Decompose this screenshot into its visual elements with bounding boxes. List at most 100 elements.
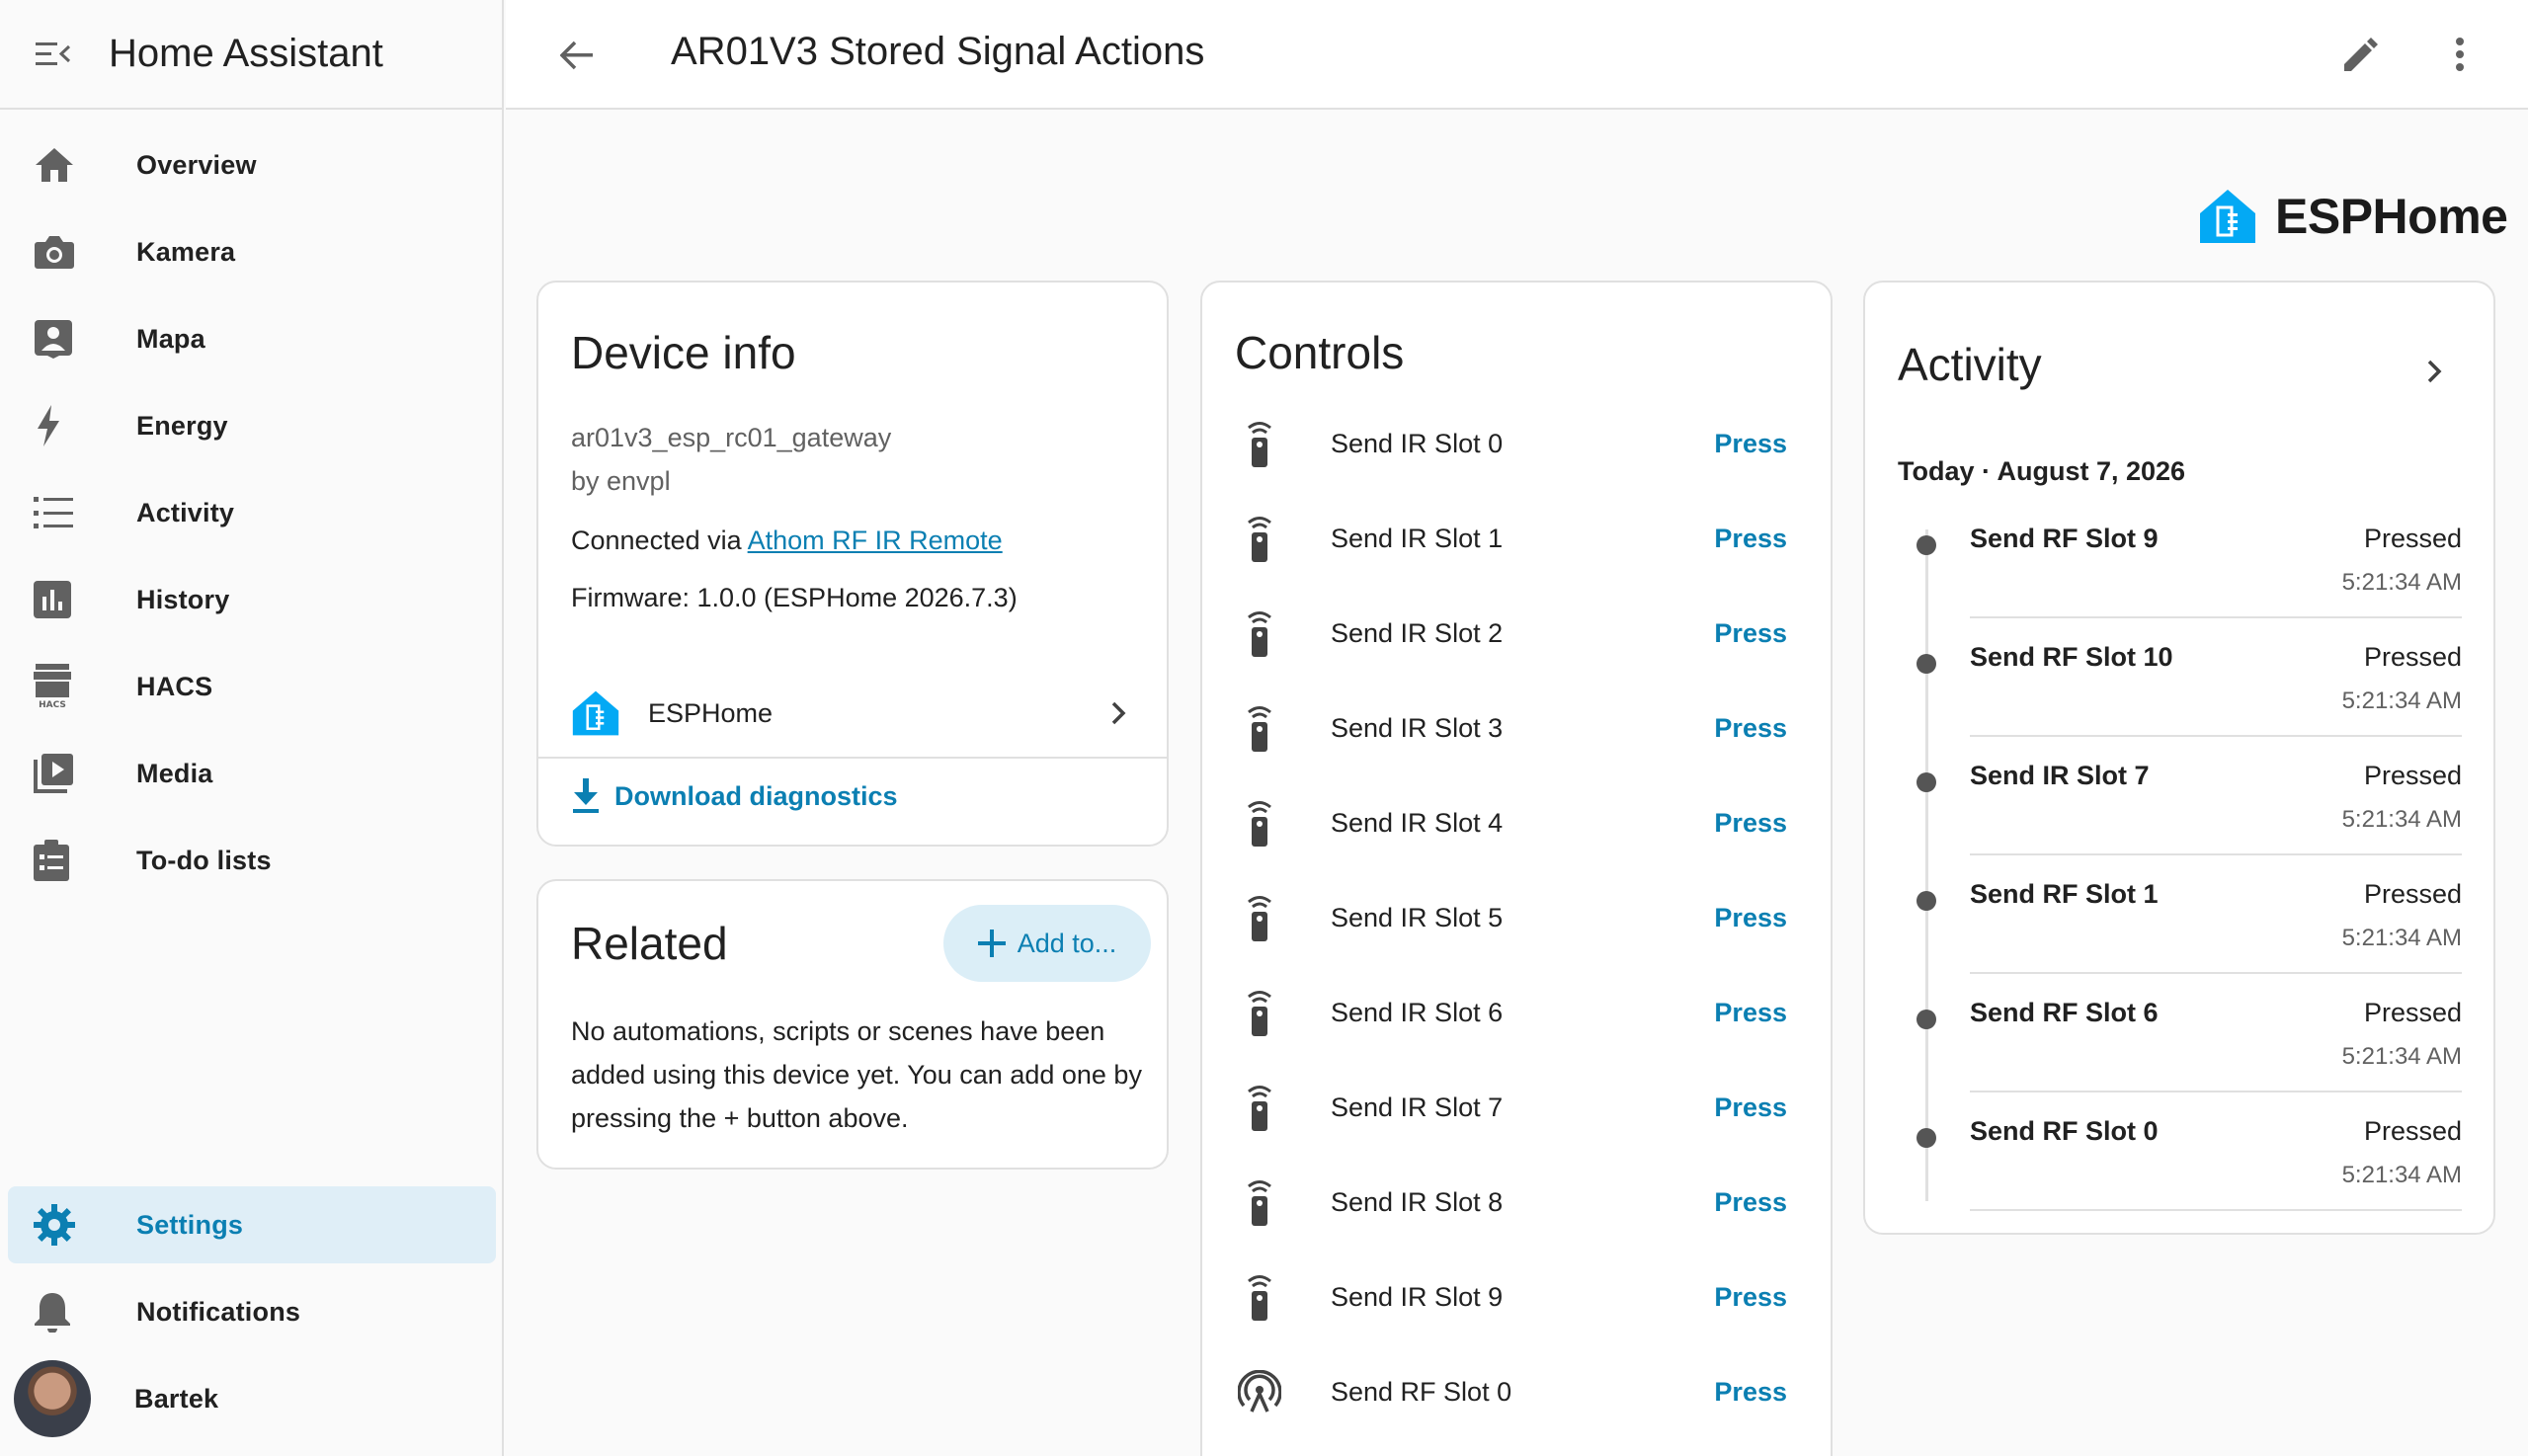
control-row: Send IR Slot 8 Press <box>1202 1155 1831 1250</box>
lightning-icon <box>34 404 89 447</box>
activity-entry[interactable]: Send RF Slot 1 Pressed 5:21:34 AM <box>1865 871 2493 990</box>
sidebar: Home Assistant Overview Kamera Mapa Ener… <box>0 0 504 1456</box>
divider <box>1970 853 2462 855</box>
sidebar-item-media[interactable]: Media <box>8 735 496 812</box>
activity-entry[interactable]: Send IR Slot 7 Pressed 5:21:34 AM <box>1865 753 2493 871</box>
device-info-card: Device info ar01v3_esp_rc01_gateway by e… <box>536 281 1169 847</box>
press-button[interactable]: Press <box>1714 808 1787 839</box>
device-info-title: Device info <box>571 327 796 378</box>
sidebar-item-todo[interactable]: To-do lists <box>8 822 496 899</box>
app-title: Home Assistant <box>109 32 383 75</box>
sidebar-item-history[interactable]: History <box>8 561 496 638</box>
related-card: Related Add to... No automations, script… <box>536 879 1169 1170</box>
svg-text:HACS: HACS <box>39 700 66 709</box>
chevron-right-icon <box>1111 701 1126 725</box>
sidebar-item-energy[interactable]: Energy <box>8 387 496 464</box>
activity-open-button[interactable] <box>2414 352 2454 391</box>
sidebar-item-mapa[interactable]: Mapa <box>8 300 496 377</box>
menu-open-icon <box>36 41 71 65</box>
activity-entry[interactable]: Send RF Slot 10 Pressed 5:21:34 AM <box>1865 634 2493 753</box>
brand-name: ESPHome <box>2275 189 2508 244</box>
map-account-icon <box>34 317 89 361</box>
control-name: Send IR Slot 5 <box>1331 902 1504 932</box>
press-button[interactable]: Press <box>1714 903 1787 933</box>
divider <box>1970 616 2462 618</box>
divider <box>1970 1091 2462 1092</box>
connected-via-label: Connected via <box>571 526 748 555</box>
activity-state: Pressed <box>2363 998 2462 1027</box>
divider <box>1970 1209 2462 1211</box>
press-button[interactable]: Press <box>1714 1377 1787 1408</box>
activity-entity-name: Send RF Slot 10 <box>1970 642 2173 672</box>
download-icon <box>573 778 599 813</box>
more-options-button[interactable] <box>2437 32 2483 77</box>
integration-row[interactable]: ESPHome <box>538 670 1167 759</box>
control-row: Send IR Slot 3 Press <box>1202 681 1831 775</box>
camera-icon <box>34 230 89 274</box>
sidebar-item-overview[interactable]: Overview <box>8 126 496 203</box>
remote-icon <box>1238 891 1281 944</box>
activity-entry[interactable]: Send RF Slot 6 Pressed 5:21:34 AM <box>1865 990 2493 1108</box>
press-button[interactable]: Press <box>1714 1187 1787 1218</box>
activity-entry[interactable]: Send RF Slot 0 Pressed 5:21:34 AM <box>1865 1108 2493 1227</box>
timeline-dot <box>1916 891 1936 911</box>
hacs-icon: HACS <box>34 664 89 709</box>
remote-icon <box>1238 607 1281 660</box>
activity-entity-name: Send RF Slot 0 <box>1970 1116 2159 1146</box>
activity-entry[interactable]: Send RF Slot 9 Pressed 5:21:34 AM <box>1865 516 2493 634</box>
bell-icon <box>34 1290 89 1334</box>
press-button[interactable]: Press <box>1714 1282 1787 1313</box>
control-name: Send IR Slot 6 <box>1331 997 1504 1027</box>
sidebar-item-hacs[interactable]: HACS HACS <box>8 648 496 725</box>
back-button[interactable] <box>555 34 599 77</box>
control-row: Send IR Slot 1 Press <box>1202 491 1831 586</box>
control-name: Send RF Slot 0 <box>1331 1376 1512 1407</box>
sidebar-item-user[interactable]: Bartek <box>8 1360 496 1437</box>
activity-time: 5:21:34 AM <box>2341 1162 2462 1188</box>
add-to-button[interactable]: Add to... <box>943 905 1151 982</box>
menu-collapse-button[interactable] <box>34 35 73 74</box>
activity-entity-name: Send RF Slot 6 <box>1970 998 2159 1027</box>
download-diagnostics-button[interactable]: Download diagnostics <box>571 778 898 814</box>
top-app-bar: AR01V3 Stored Signal Actions <box>506 0 2528 110</box>
integration-label: ESPHome <box>648 697 774 728</box>
control-row: Send IR Slot 5 Press <box>1202 870 1831 965</box>
activity-state: Pressed <box>2363 524 2462 553</box>
sidebar-item-label: Energy <box>136 410 228 441</box>
sidebar-item-label: To-do lists <box>136 845 272 875</box>
user-name: Bartek <box>134 1383 219 1414</box>
activity-state: Pressed <box>2363 761 2462 790</box>
control-name: Send IR Slot 8 <box>1331 1186 1504 1217</box>
sidebar-item-activity[interactable]: Activity <box>8 474 496 551</box>
esphome-logo-icon <box>572 690 619 736</box>
device-manufacturer: by envpl <box>571 466 671 496</box>
activity-date: Today · August 7, 2026 <box>1898 456 2186 486</box>
remote-icon <box>1238 796 1281 849</box>
control-row: Send IR Slot 6 Press <box>1202 965 1831 1060</box>
press-button[interactable]: Press <box>1714 429 1787 459</box>
press-button[interactable]: Press <box>1714 713 1787 744</box>
sidebar-item-label: HACS <box>136 671 213 701</box>
control-row: Send IR Slot 4 Press <box>1202 775 1831 870</box>
timeline-dot <box>1916 772 1936 792</box>
sidebar-item-settings[interactable]: Settings <box>8 1186 496 1263</box>
related-title: Related <box>571 918 728 969</box>
timeline-dot <box>1916 535 1936 555</box>
connected-device-link[interactable]: Athom RF IR Remote <box>748 526 1003 555</box>
press-button[interactable]: Press <box>1714 998 1787 1028</box>
timeline-dot <box>1916 654 1936 674</box>
sidebar-item-label: Mapa <box>136 323 205 354</box>
control-row: Send RF Slot 0 Press <box>1202 1344 1831 1439</box>
control-row: Send IR Slot 9 Press <box>1202 1250 1831 1344</box>
timeline-dot <box>1916 1128 1936 1148</box>
press-button[interactable]: Press <box>1714 1092 1787 1123</box>
activity-time: 5:21:34 AM <box>2341 925 2462 951</box>
esphome-logo-icon <box>2200 190 2255 243</box>
press-button[interactable]: Press <box>1714 524 1787 554</box>
sidebar-item-label: Overview <box>136 149 257 180</box>
sidebar-item-notifications[interactable]: Notifications <box>8 1273 496 1350</box>
press-button[interactable]: Press <box>1714 618 1787 649</box>
edit-button[interactable] <box>2338 32 2384 77</box>
activity-state: Pressed <box>2363 879 2462 909</box>
sidebar-item-kamera[interactable]: Kamera <box>8 213 496 290</box>
